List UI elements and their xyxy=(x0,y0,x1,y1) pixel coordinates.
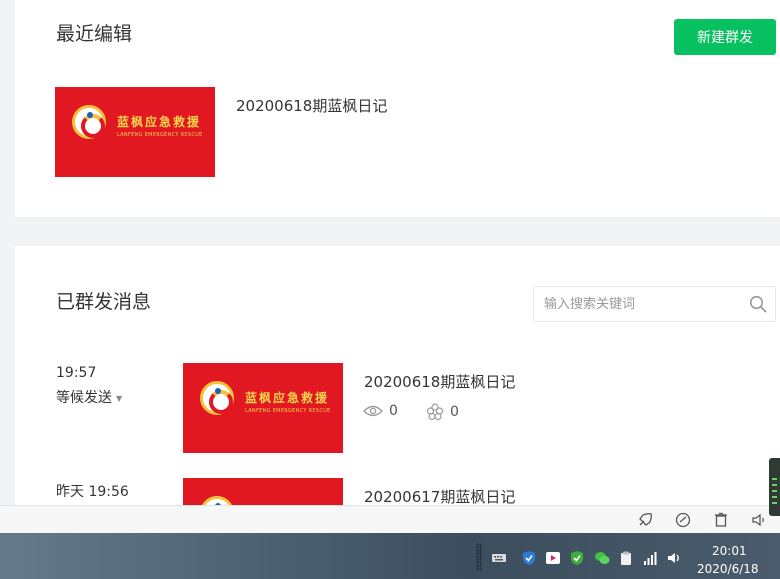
eye-icon xyxy=(363,405,383,417)
like-count: 0 xyxy=(426,403,459,421)
search-box xyxy=(533,286,776,322)
taskbar-clock-date[interactable]: 2020/6/18 xyxy=(697,562,759,576)
taskbar-clock-time[interactable]: 20:01 xyxy=(712,544,747,558)
message-cover[interactable]: 蓝枫应急救援 LANFENG EMERGENCY RESCUE xyxy=(183,363,343,453)
message-time: 19:57 xyxy=(56,365,97,381)
caret-down-icon: ▼ xyxy=(116,393,123,403)
recent-article-cover[interactable]: 蓝枫应急救援 LANFENG EMERGENCY RESCUE xyxy=(55,87,215,177)
side-level-widget xyxy=(769,458,780,516)
message-time: 昨天 19:56 xyxy=(56,484,129,500)
message-status-label: 等候发送 xyxy=(56,390,112,406)
lanfeng-logo-icon xyxy=(200,381,234,415)
lanfeng-logo-icon xyxy=(72,105,106,139)
cover-brand-cn: 蓝枫应急救援 xyxy=(245,391,330,405)
read-count-value: 0 xyxy=(389,403,398,419)
search-icon[interactable] xyxy=(749,295,767,313)
media-player-icon[interactable] xyxy=(545,550,561,566)
sent-messages-title: 已群发消息 xyxy=(56,291,152,313)
system-taskbar xyxy=(0,533,780,579)
rocket-icon[interactable] xyxy=(636,511,654,529)
cover-brand-cn: 蓝枫应急救援 xyxy=(117,115,202,129)
refresh-circle-icon[interactable] xyxy=(674,511,692,529)
sent-messages-card: 已群发消息 19:57 等候发送 ▼ 蓝枫应急救援 LANFENG EMERGEN… xyxy=(15,246,780,516)
shield-icon[interactable] xyxy=(521,550,537,566)
message-status-dropdown[interactable]: 等候发送 ▼ xyxy=(56,387,122,407)
volume-icon[interactable] xyxy=(666,550,682,566)
security-check-icon[interactable] xyxy=(569,550,585,566)
cover-brand-en: LANFENG EMERGENCY RESCUE xyxy=(245,408,331,414)
read-count: 0 xyxy=(363,403,398,419)
new-mass-send-button[interactable]: 新建群发 xyxy=(674,19,776,55)
like-count-value: 0 xyxy=(450,404,459,420)
message-title[interactable]: 20200617期蓝枫日记 xyxy=(364,486,515,507)
recent-article-title[interactable]: 20200618期蓝枫日记 xyxy=(236,95,387,116)
recent-edits-card: 最近编辑 新建群发 蓝枫应急救援 LANFENG EMERGENCY RESCU… xyxy=(15,0,780,217)
search-input[interactable] xyxy=(534,287,739,321)
clipboard-icon[interactable] xyxy=(618,550,634,566)
network-signal-icon[interactable] xyxy=(643,550,659,566)
cover-brand-en: LANFENG EMERGENCY RESCUE xyxy=(117,132,203,138)
taskbar-grip[interactable] xyxy=(476,543,482,571)
flower-icon xyxy=(426,403,444,421)
wechat-icon[interactable] xyxy=(594,550,610,566)
recent-edits-title: 最近编辑 xyxy=(56,23,133,45)
keyboard-icon[interactable] xyxy=(491,550,507,566)
trash-icon[interactable] xyxy=(712,511,730,529)
bottom-tool-strip xyxy=(0,505,780,533)
speaker-icon[interactable] xyxy=(750,511,768,529)
message-title[interactable]: 20200618期蓝枫日记 xyxy=(364,371,515,392)
